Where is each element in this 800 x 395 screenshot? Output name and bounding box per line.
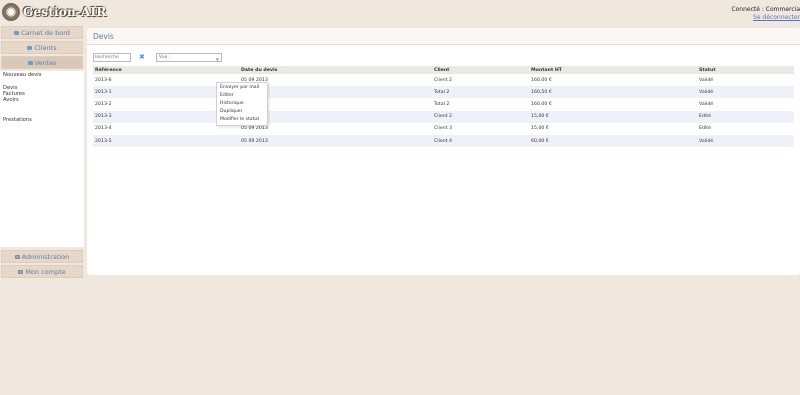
view-select[interactable]: Vue : ▼ [156,53,222,62]
ventes-submenu: Nouveau devis Devis Factures Avoirs Pres… [0,71,84,247]
cell-montant: 160,00 € [531,77,552,83]
table-row[interactable]: 2013-6 05 09 2013 Client 2 160,00 € Vali… [93,74,794,86]
menu-item-historique[interactable]: Historique [217,100,267,108]
logout-link[interactable]: Se déconnecter [731,14,800,22]
clear-filter-icon[interactable]: ✖ [139,53,145,61]
cell-client: Client 2 [432,110,529,123]
row-context-menu: Envoyer par mail Editer Historique Dupli… [216,82,268,126]
logo-text: Gestion-AIR [23,5,107,19]
table-row[interactable]: 2013-3 Client 2 15,00 € Edité [93,110,794,123]
devis-table: Référence Date du devis Client Montant H… [93,66,794,148]
cell-statut: Validé [699,77,714,83]
clients-icon [27,45,33,50]
nav-label: Clients [34,43,57,52]
user-status: Connecté : Commercia [731,6,800,13]
monitor-icon [14,30,20,35]
account-icon [18,269,24,274]
nav-mon-compte[interactable]: Mon compte [1,265,83,278]
col-reference[interactable]: Référence [93,66,239,74]
cell-montant: 60,00 € [529,134,697,148]
search-input[interactable] [93,53,131,62]
cell-statut: Validé [697,134,794,148]
user-info: Connecté : Commercia Se déconnecter [731,6,800,22]
menu-item-modifier-statut[interactable]: Modifier le statut [217,116,267,124]
cell-statut: Edité [697,110,794,123]
cell-reference: 2013-5 [93,134,239,148]
nav-administration[interactable]: Administration [1,250,83,263]
col-client[interactable]: Client [432,66,529,74]
table-row[interactable]: 2013-4 05 09 2013 Client 3 15,00 € Edité [93,123,794,135]
header: Gestion-AIR Connecté : Commercia Se déco… [0,0,800,26]
submenu-prestations[interactable]: Prestations [3,117,81,123]
cell-montant: 15,00 € [529,110,697,123]
main-panel: Devis ✖ Vue : ▼ Référence Date du devis … [87,28,800,275]
sidebar-bottom: Administration Mon compte [0,250,84,280]
cart-icon [27,60,33,65]
nav-carnet-de-bord[interactable]: Carnet de bord [1,26,83,39]
nav-label: Carnet de bord [21,28,70,37]
cell-statut: Validé [699,101,714,107]
sidebar: Carnet de bord Clients Ventes Nouveau de… [0,26,84,247]
menu-item-envoyer-par-mail[interactable]: Envoyer par mail [217,84,267,92]
view-select-label: Vue : [159,55,171,60]
compass-logo-icon [2,3,20,21]
menu-item-editer[interactable]: Editer [217,92,267,100]
cell-statut: Validé [697,86,794,99]
nav-ventes[interactable]: Ventes [1,56,83,69]
cell-montant: 160,50 € [529,86,697,99]
col-montant[interactable]: Montant HT [529,66,697,74]
toolbar: ✖ Vue : ▼ [93,53,293,63]
table-row[interactable]: 2013-2 Total 2 160,00 € Validé [93,98,794,110]
menu-item-dupliquer[interactable]: Dupliquer [217,108,267,116]
col-statut[interactable]: Statut [697,66,794,74]
table-row[interactable]: 2013-5 05 09 2013 Client 4 60,00 € Valid… [93,134,794,148]
cell-date: 05 09 2013 [239,134,432,148]
chevron-down-icon: ▼ [215,57,219,62]
nav-clients[interactable]: Clients [1,41,83,54]
cell-client: Total 2 [434,101,450,107]
cell-client: Client 2 [434,77,453,83]
app-logo[interactable]: Gestion-AIR [2,2,107,22]
admin-icon [14,254,20,259]
table-row[interactable]: 2013-1 Total 2 160,50 € Validé [93,86,794,99]
col-date[interactable]: Date du devis [239,66,432,74]
nav-label: Ventes [34,58,57,67]
page-title: Devis [87,28,800,45]
nav-label: Mon compte [25,267,66,276]
table-header-row: Référence Date du devis Client Montant H… [93,66,794,74]
cell-client: Client 3 [434,126,453,132]
nav-label: Administration [21,252,70,261]
cell-montant: 15,00 € [531,126,549,132]
cell-montant: 160,00 € [531,101,552,107]
cell-statut: Edité [699,126,711,132]
cell-client: Total 2 [432,86,529,99]
cell-client: Client 4 [432,134,529,148]
